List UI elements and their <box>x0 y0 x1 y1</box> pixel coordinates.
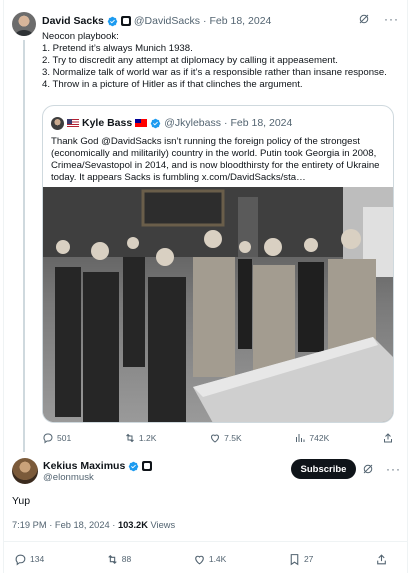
more-icon[interactable]: ··· <box>386 463 401 475</box>
post-actions: 501 1.2K 7.5K 742K <box>42 430 394 446</box>
reply-author-name[interactable]: Kekius Maximus <box>43 460 125 472</box>
quote-photo[interactable] <box>43 187 393 423</box>
reply-text: Yup <box>12 495 31 507</box>
reply-header: Kekius Maximus <box>43 459 153 473</box>
verified-badge-icon <box>129 461 139 471</box>
repost-count: 88 <box>121 554 132 564</box>
us-flag-icon <box>67 119 79 127</box>
reply-count: 501 <box>57 433 72 443</box>
post-top-actions: ··· <box>358 13 399 25</box>
views-icon <box>296 434 305 442</box>
repost-action[interactable]: 1.2K <box>124 432 157 444</box>
post-line: Neocon playbook: <box>42 31 119 42</box>
share-action[interactable] <box>382 432 394 444</box>
share-action[interactable] <box>375 553 388 566</box>
affiliate-badge-icon <box>142 461 153 471</box>
verified-badge-icon <box>151 118 161 128</box>
verified-badge-icon <box>107 16 118 26</box>
repost-count: 1.2K <box>138 433 157 443</box>
reply-meta: 7:19 PM · Feb 18, 2024 · 103.2K Views <box>12 520 175 530</box>
taiwan-flag-icon <box>135 119 148 127</box>
repost-icon <box>108 554 117 564</box>
reply-avatar[interactable] <box>12 458 38 484</box>
post-header: David Sacks @DavidSacks · Feb 18, 2024 <box>42 13 271 29</box>
author-handle[interactable]: @DavidSacks <box>134 15 200 27</box>
reply-top-actions: ··· <box>362 463 401 475</box>
share-icon <box>383 433 392 443</box>
quote-author-name: Kyle Bass <box>82 117 133 129</box>
views-count: 742K <box>309 433 330 443</box>
divider <box>4 541 407 542</box>
reply-icon <box>43 433 53 444</box>
like-action[interactable]: 1.4K <box>193 553 227 566</box>
thread-connector <box>23 40 25 452</box>
affiliate-badge-icon <box>120 16 131 26</box>
post-line: 3. Normalize talk of world war as if it’… <box>42 67 387 78</box>
post-line: 2. Try to discredit any attempt at diplo… <box>42 55 338 66</box>
quote-date: Feb 18, 2024 <box>230 117 293 129</box>
reply-action[interactable]: 501 <box>42 432 71 444</box>
author-name[interactable]: David Sacks <box>42 15 104 27</box>
share-icon <box>377 553 386 564</box>
post-line: 4. Throw in a picture of Hitler as if th… <box>42 79 303 90</box>
views-action[interactable]: 742K <box>294 432 329 444</box>
like-icon <box>211 434 220 443</box>
quote-text: Thank God @DavidSacks isn’t running the … <box>51 136 380 183</box>
post-text: Neocon playbook: 1. Pretend it’s always … <box>42 31 397 91</box>
repost-action[interactable]: 88 <box>106 553 131 566</box>
grok-icon[interactable] <box>362 463 374 475</box>
bookmark-icon <box>290 553 299 565</box>
quote-card[interactable]: Kyle Bass @Jkylebass · Feb 18, 2024 Than… <box>42 105 394 423</box>
reply-author-handle[interactable]: @elonmusk <box>43 472 94 483</box>
reply-count: 134 <box>30 554 45 564</box>
reply-views-label: Views <box>147 520 176 530</box>
subscribe-button[interactable]: Subscribe <box>291 459 356 479</box>
separator: · <box>202 15 207 27</box>
quote-avatar <box>51 116 64 130</box>
like-count: 7.5K <box>224 433 242 443</box>
bookmark-action[interactable]: 27 <box>288 553 313 566</box>
like-count: 1.4K <box>208 554 227 564</box>
like-icon <box>195 555 204 564</box>
reply-timestamp[interactable]: 7:19 PM · Feb 18, 2024 · <box>12 520 118 530</box>
reply-views-count: 103.2K <box>117 520 148 530</box>
reply-action[interactable]: 134 <box>14 553 44 566</box>
reply-icon <box>15 554 26 565</box>
grok-icon[interactable] <box>358 13 370 25</box>
repost-icon <box>126 433 134 443</box>
post-date[interactable]: Feb 18, 2024 <box>209 15 271 27</box>
like-action[interactable]: 7.5K <box>209 432 242 444</box>
separator: · <box>223 117 228 129</box>
bookmark-count: 27 <box>303 554 314 564</box>
avatar[interactable] <box>12 12 36 36</box>
quote-author-handle: @Jkylebass <box>164 117 221 129</box>
quote-header: Kyle Bass @Jkylebass · Feb 18, 2024 <box>51 115 292 131</box>
more-icon[interactable]: ··· <box>384 13 399 25</box>
reply-actions: 134 88 1.4K 27 <box>14 552 388 566</box>
post-line: 1. Pretend it’s always Munich 1938. <box>42 43 193 54</box>
